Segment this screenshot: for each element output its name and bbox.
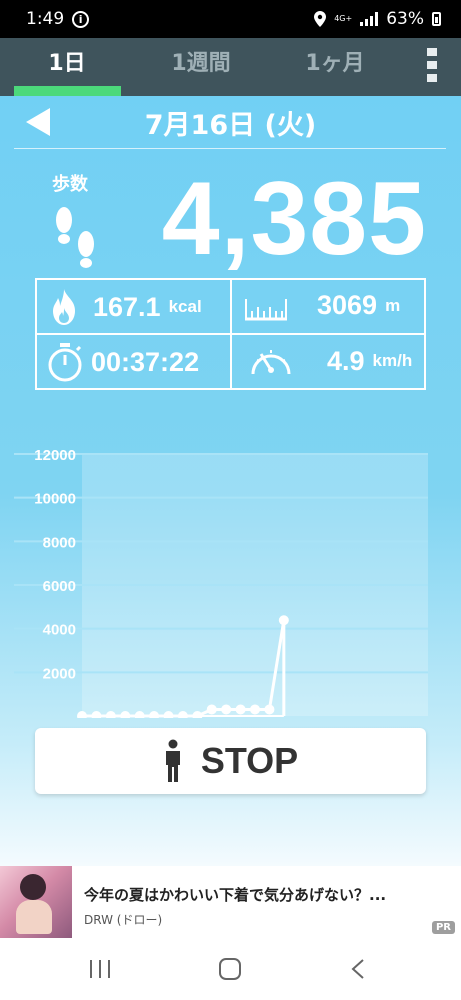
ad-advertiser: DRW (ドロー) (84, 913, 163, 927)
chart-svg: 2000400060008000100001200024681012141618… (14, 447, 437, 746)
status-bar: 1:49 i 4G+ 63% (0, 0, 461, 38)
data-point (250, 704, 260, 715)
ad-title[interactable]: 今年の夏はかわいい下着で気分あげない？... (84, 884, 386, 905)
calories-value: 167.1 (93, 291, 161, 322)
steps-count: 4,385 (161, 161, 427, 277)
distance-value: 3069 (317, 290, 378, 320)
stop-button[interactable]: STOP (35, 728, 426, 794)
home-icon[interactable] (218, 958, 242, 980)
status-time: 1:49 (26, 9, 65, 29)
active-tab-indicator (14, 86, 121, 96)
person-icon (165, 739, 180, 782)
steps-label: 歩数 (52, 174, 88, 195)
distance-unit: m (385, 295, 401, 315)
ad-banner[interactable]: 今年の夏はかわいい下着で気分あげない？... DRW (ドロー) PR (0, 866, 461, 940)
y-tick-label: 4000 (43, 622, 76, 639)
period-tabs: 1日 1週間 1ヶ月 (0, 38, 461, 96)
signal-icon (360, 12, 379, 26)
calories-unit: kcal (168, 297, 202, 316)
y-tick-label: 12000 (34, 447, 76, 464)
pedometer-app: 1日 1週間 1ヶ月 7月16日 (火) 歩数 4,385 167.1 kcal… (0, 38, 461, 866)
speedometer-icon (251, 350, 291, 375)
tab-month-label: 1ヶ月 (305, 51, 365, 76)
y-tick-label: 2000 (43, 665, 76, 682)
system-nav-bar (0, 940, 461, 1000)
ruler-icon (245, 298, 287, 320)
y-tick-label: 8000 (43, 534, 76, 551)
battery-icon (432, 12, 441, 26)
distance-cell: 3069 m (243, 290, 400, 321)
recent-apps-icon[interactable] (88, 958, 112, 980)
divider (14, 148, 446, 149)
stats-grid: 167.1 kcal 3069 m 00:37:22 4.9 km/h (35, 278, 426, 390)
y-tick-label: 6000 (43, 578, 76, 595)
overflow-menu-icon[interactable] (427, 48, 439, 82)
previous-day-arrow-icon[interactable] (26, 108, 50, 136)
stopwatch-icon (48, 343, 82, 382)
duration-cell: 00:37:22 (47, 342, 199, 382)
duration-value: 00:37:22 (91, 346, 200, 377)
ad-pr-badge: PR (431, 921, 455, 934)
data-point (206, 704, 217, 715)
speed-value: 4.9 (327, 345, 365, 376)
data-point (221, 704, 232, 715)
calories-cell: 167.1 kcal (49, 288, 202, 326)
y-tick-label: 10000 (34, 491, 76, 508)
location-icon (314, 11, 327, 27)
battery-percent: 63% (386, 9, 424, 29)
info-icon: i (72, 10, 90, 28)
hourly-steps-chart: 2000400060008000100001200024681012141618… (0, 398, 461, 746)
back-icon[interactable] (350, 958, 366, 980)
data-point (278, 615, 289, 626)
current-date: 7月16日 (火) (144, 109, 317, 141)
tab-week[interactable]: 1週間 (134, 38, 268, 96)
tab-week-label: 1週間 (171, 51, 231, 76)
data-point (264, 704, 275, 715)
date-header: 7月16日 (火) (0, 96, 461, 148)
speed-cell: 4.9 km/h (249, 342, 412, 380)
tab-day-label: 1日 (48, 51, 86, 76)
stop-button-label: STOP (200, 740, 299, 781)
network-type: 4G+ (334, 14, 353, 23)
speed-unit: km/h (372, 351, 413, 370)
tab-month[interactable]: 1ヶ月 (268, 38, 402, 96)
ad-image[interactable] (0, 866, 72, 938)
footprints-icon (56, 207, 94, 268)
tab-day[interactable]: 1日 (0, 38, 134, 96)
flame-icon (53, 289, 75, 325)
data-point (235, 704, 246, 715)
